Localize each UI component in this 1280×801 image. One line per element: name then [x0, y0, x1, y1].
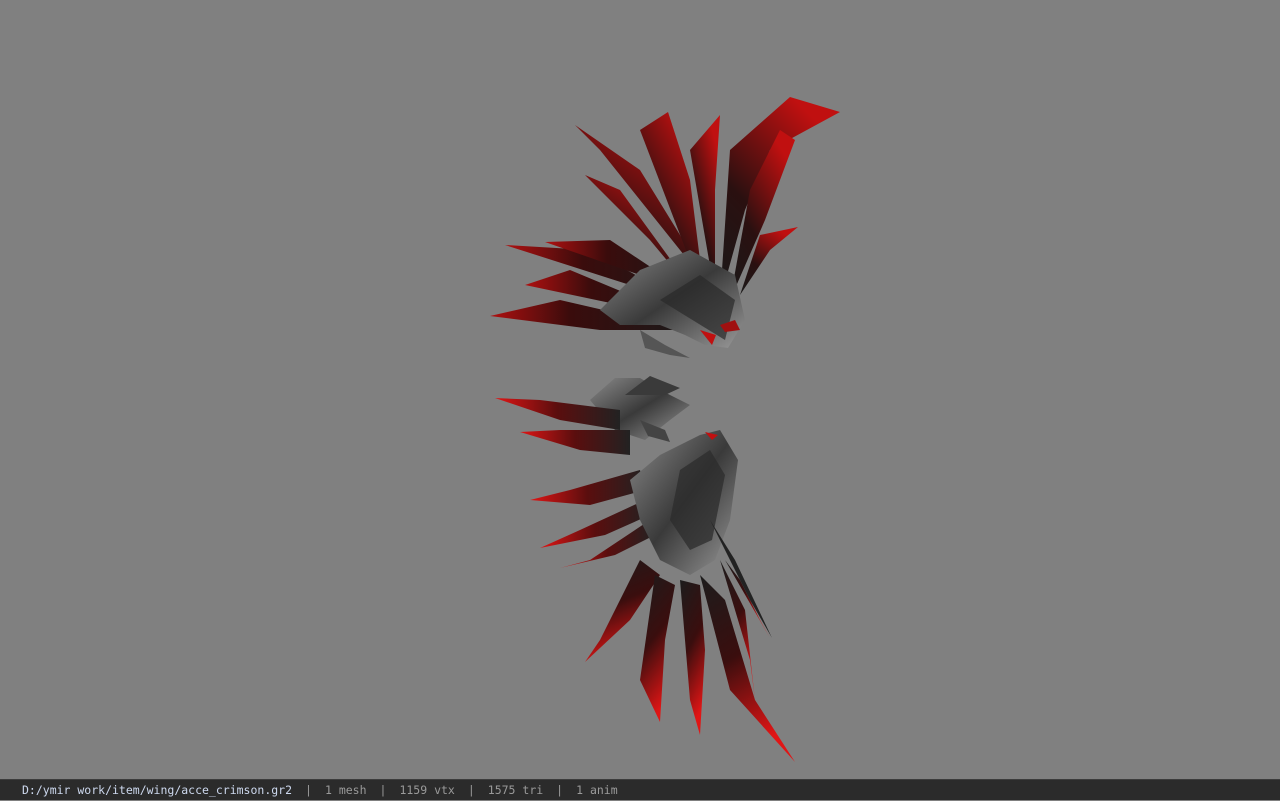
status-bar: D:/ymir work/item/wing/acce_crimson.gr2 …	[0, 779, 1280, 800]
separator: |	[305, 782, 312, 797]
lower-wing	[495, 376, 795, 762]
triangle-count: 1575 tri	[487, 782, 544, 797]
upper-wing	[490, 97, 840, 358]
file-path: D:/ymir work/item/wing/acce_crimson.gr2	[22, 782, 293, 797]
mesh-count: 1 mesh	[324, 782, 367, 797]
wing-model-icon	[490, 97, 840, 762]
model-viewport[interactable]	[0, 0, 1280, 779]
separator: |	[467, 782, 475, 797]
separator: |	[379, 782, 387, 797]
vertex-count: 1159 vtx	[399, 782, 455, 797]
animation-count: 1 anim	[576, 782, 618, 797]
separator: |	[556, 782, 564, 797]
